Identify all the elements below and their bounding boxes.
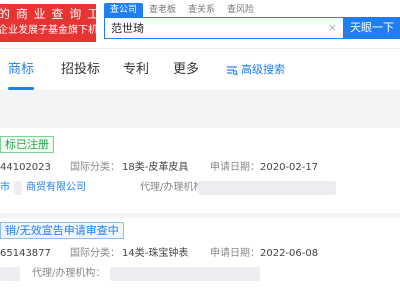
- redacted-text: [0, 267, 20, 281]
- search-input[interactable]: [111, 20, 321, 36]
- status-badge: 标已注册: [0, 136, 54, 153]
- tab-company[interactable]: 查公司: [104, 3, 144, 17]
- registration-number: 44102023: [0, 162, 51, 173]
- class-value: 18类-皮革皮具: [122, 162, 189, 173]
- class-label: 国际分类：: [70, 248, 120, 259]
- tab-more[interactable]: 更多: [173, 61, 199, 79]
- search-button[interactable]: 天眼一下: [344, 17, 400, 39]
- tab-boss[interactable]: 查老板: [143, 3, 182, 17]
- registration-number: 65143877: [0, 248, 51, 259]
- date-label: 申请日期：: [210, 162, 260, 173]
- applicant-link[interactable]: 商贸有限公司: [26, 180, 86, 196]
- tab-risk[interactable]: 查风险: [221, 3, 260, 17]
- status-badge: 销/无效宣告申请审查中: [0, 222, 124, 239]
- brand-slogan: 的 商 业 查 询 工 具: [0, 7, 96, 21]
- brand-subtitle: 企业发展子基金旗下机构: [0, 25, 96, 36]
- header: 的 商 业 查 询 工 具 企业发展子基金旗下机构 查公司 查老板 查关系 查风…: [0, 0, 400, 48]
- result-nav: 商标 招投标 专利 更多 高级搜索: [0, 48, 400, 90]
- tab-trademark[interactable]: 商标: [8, 61, 34, 79]
- search-box: ×: [104, 17, 344, 39]
- class-value: 14类-珠宝钟表: [122, 248, 189, 259]
- active-tab-indicator: [8, 87, 34, 90]
- tab-bidding[interactable]: 招投标: [61, 61, 100, 79]
- tab-relation[interactable]: 查关系: [182, 3, 221, 17]
- redacted-agent: [198, 181, 336, 195]
- trademark-result-card[interactable]: 标已注册 44102023 国际分类： 18类-皮革皮具 申请日期： 2020-…: [0, 128, 400, 213]
- agent-label: 代理/办理机构：: [32, 268, 106, 279]
- applicant-link-prefix[interactable]: 市: [0, 180, 10, 196]
- clear-icon[interactable]: ×: [328, 21, 337, 35]
- trademark-result-card[interactable]: 销/无效宣告申请审查中 65143877 国际分类： 14类-珠宝钟表 申请日期…: [0, 218, 400, 300]
- brand-banner[interactable]: 的 商 业 查 询 工 具 企业发展子基金旗下机构: [0, 4, 96, 42]
- tab-patent[interactable]: 专利: [123, 61, 149, 79]
- search-type-tabs: 查公司 查老板 查关系 查风险: [104, 3, 260, 17]
- date-label: 申请日期：: [210, 248, 260, 259]
- date-value: 2022-06-08: [260, 248, 319, 259]
- advanced-search-link[interactable]: 高级搜索: [226, 62, 285, 78]
- redacted-text: [14, 181, 22, 195]
- filter-icon: [227, 66, 238, 76]
- redacted-agent: [110, 267, 260, 281]
- class-label: 国际分类：: [70, 162, 120, 173]
- date-value: 2020-02-17: [260, 162, 319, 173]
- advanced-search-label: 高级搜索: [241, 63, 285, 76]
